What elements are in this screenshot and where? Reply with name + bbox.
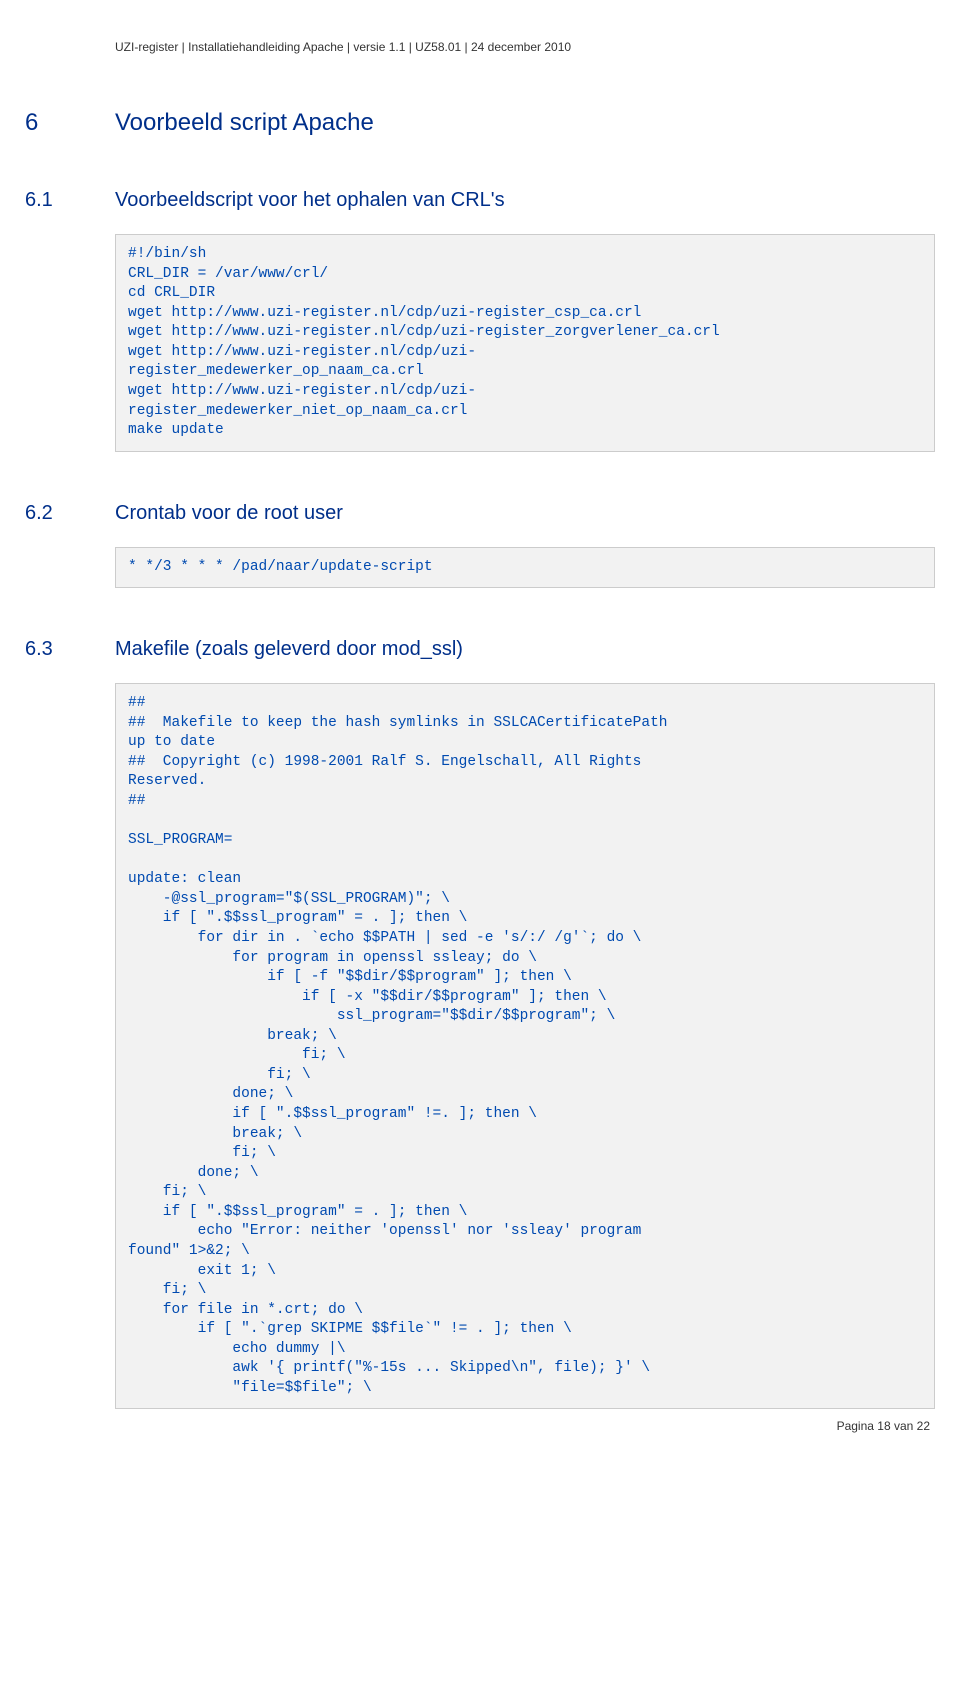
section-title: Voorbeeldscript voor het ophalen van CRL… — [115, 189, 505, 212]
section-title: Makefile (zoals geleverd door mod_ssl) — [115, 638, 463, 661]
page-footer: Pagina 18 van 22 — [25, 1419, 935, 1433]
section-title: Crontab voor de root user — [115, 502, 343, 525]
page-header: UZI-register | Installatiehandleiding Ap… — [115, 40, 935, 54]
section-number: 6.1 — [25, 189, 115, 212]
section-number: 6.3 — [25, 638, 115, 661]
section-6-3: 6.3 Makefile (zoals geleverd door mod_ss… — [25, 638, 935, 661]
code-block-makefile: ## ## Makefile to keep the hash symlinks… — [115, 683, 935, 1409]
code-block-crl-script: #!/bin/sh CRL_DIR = /var/www/crl/ cd CRL… — [115, 234, 935, 452]
code-block-crontab: * */3 * * * /pad/naar/update-script — [115, 547, 935, 589]
section-6-2: 6.2 Crontab voor de root user — [25, 502, 935, 525]
section-title: Voorbeeld script Apache — [115, 109, 374, 137]
section-number: 6.2 — [25, 502, 115, 525]
section-6-1: 6.1 Voorbeeldscript voor het ophalen van… — [25, 189, 935, 212]
section-number: 6 — [25, 109, 115, 137]
section-6: 6 Voorbeeld script Apache — [25, 109, 935, 137]
